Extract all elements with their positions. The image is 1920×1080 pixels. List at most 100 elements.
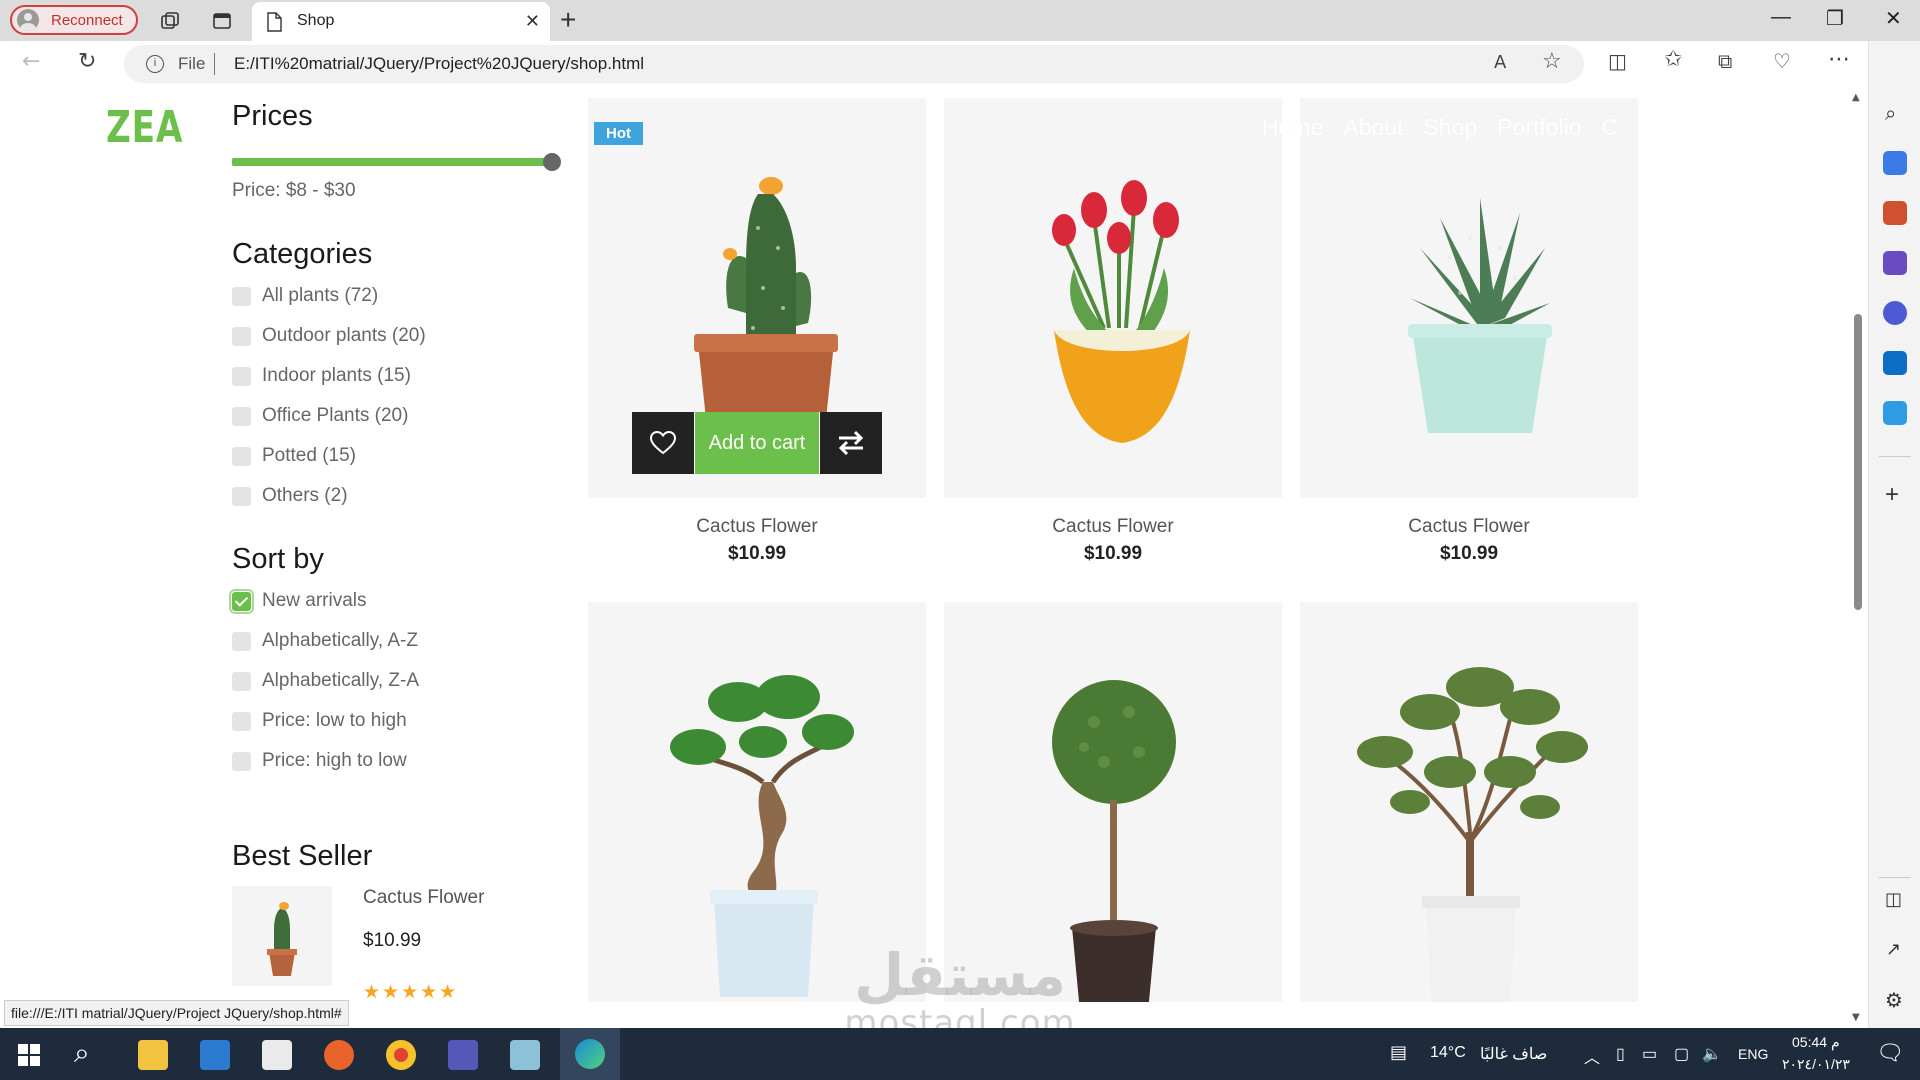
volume-icon[interactable]: 🔈 bbox=[1702, 1044, 1722, 1064]
best-seller-image[interactable] bbox=[232, 886, 332, 986]
clock-date[interactable]: ٢٠٢٤/٠١/٢٣ bbox=[1782, 1056, 1850, 1073]
url-text[interactable]: E:/ITI%20matrial/JQuery/Project%20JQuery… bbox=[234, 54, 644, 74]
category-checkbox[interactable] bbox=[232, 486, 251, 506]
nav-item[interactable]: Home bbox=[1262, 114, 1323, 141]
chrome-icon[interactable] bbox=[386, 1040, 416, 1070]
nav-item[interactable]: Portfolio bbox=[1497, 114, 1581, 141]
restore-icon[interactable]: ❐ bbox=[1826, 6, 1844, 31]
collections-icon[interactable]: ⧉ bbox=[1718, 49, 1732, 73]
vertical-tabs-icon[interactable] bbox=[208, 7, 236, 35]
new-tab-button[interactable]: + bbox=[560, 4, 576, 36]
sort-checkbox[interactable] bbox=[232, 751, 251, 771]
category-label[interactable]: Indoor plants (15) bbox=[262, 365, 411, 387]
games-icon[interactable] bbox=[1883, 251, 1907, 275]
price-slider-handle[interactable] bbox=[543, 153, 561, 171]
favorite-star-icon[interactable]: ☆ bbox=[1542, 49, 1562, 74]
category-option[interactable]: Others (2) bbox=[232, 481, 348, 511]
file-explorer-icon[interactable] bbox=[138, 1040, 168, 1070]
sort-option[interactable]: Price: low to high bbox=[232, 706, 407, 736]
drop-icon[interactable] bbox=[1883, 401, 1907, 425]
network-icon[interactable]: ▢ bbox=[1674, 1044, 1689, 1064]
outlook-icon[interactable] bbox=[1883, 351, 1907, 375]
scrollbar-thumb[interactable] bbox=[1854, 314, 1862, 610]
product-card[interactable] bbox=[1300, 98, 1638, 498]
mail-icon[interactable] bbox=[200, 1040, 230, 1070]
category-checkbox[interactable] bbox=[232, 326, 251, 346]
weather-icon[interactable]: ▤ bbox=[1390, 1042, 1407, 1063]
windows-start-icon[interactable] bbox=[18, 1044, 40, 1066]
category-option[interactable]: All plants (72) bbox=[232, 281, 378, 311]
category-label[interactable]: Potted (15) bbox=[262, 445, 356, 467]
scroll-up-icon[interactable]: ▲ bbox=[1852, 92, 1860, 103]
category-label[interactable]: Office Plants (20) bbox=[262, 405, 408, 427]
sidebar-settings-icon[interactable]: ⚙ bbox=[1885, 988, 1903, 1012]
nav-item[interactable]: Shop bbox=[1423, 114, 1477, 141]
compare-button[interactable] bbox=[820, 412, 882, 474]
hide-sidebar-icon[interactable]: ◫ bbox=[1885, 889, 1902, 910]
split-screen-icon[interactable]: ◫ bbox=[1608, 49, 1627, 73]
category-checkbox[interactable] bbox=[232, 366, 251, 386]
sort-label[interactable]: Alphabetically, A-Z bbox=[262, 630, 418, 652]
sort-checkbox[interactable] bbox=[232, 671, 251, 691]
category-label[interactable]: Outdoor plants (20) bbox=[262, 325, 426, 347]
read-aloud-icon[interactable]: A bbox=[1494, 52, 1506, 73]
tab-shop[interactable]: Shop ✕ bbox=[252, 2, 550, 41]
close-tab-icon[interactable]: ✕ bbox=[525, 11, 540, 32]
sort-option[interactable]: Alphabetically, Z-A bbox=[232, 666, 419, 696]
add-sidebar-app-icon[interactable]: + bbox=[1885, 481, 1899, 509]
favorites-icon[interactable]: ✩ bbox=[1664, 47, 1682, 72]
best-seller-name[interactable]: Cactus Flower bbox=[363, 887, 484, 909]
category-checkbox[interactable] bbox=[232, 446, 251, 466]
weather-text[interactable]: صاف غالبًا bbox=[1480, 1044, 1547, 1064]
category-option[interactable]: Indoor plants (15) bbox=[232, 361, 411, 391]
search-icon[interactable]: ⌕ bbox=[1885, 101, 1896, 125]
product-name[interactable]: Cactus Flower bbox=[944, 516, 1282, 538]
temperature[interactable]: 14°C bbox=[1430, 1044, 1466, 1062]
sort-option[interactable]: Alphabetically, A-Z bbox=[232, 626, 418, 656]
shopping-tag-icon[interactable] bbox=[1883, 151, 1907, 175]
battery-icon[interactable]: ▭ bbox=[1642, 1044, 1657, 1064]
product-name[interactable]: Cactus Flower bbox=[1300, 516, 1638, 538]
browser-essentials-icon[interactable]: ♡ bbox=[1773, 49, 1791, 73]
sort-label[interactable]: Price: low to high bbox=[262, 710, 407, 732]
category-checkbox[interactable] bbox=[232, 286, 251, 306]
category-label[interactable]: Others (2) bbox=[262, 485, 348, 507]
store-icon[interactable] bbox=[262, 1040, 292, 1070]
sort-checkbox[interactable] bbox=[232, 631, 251, 651]
reconnect-button[interactable]: Reconnect bbox=[10, 5, 138, 35]
external-link-icon[interactable]: ↗ bbox=[1886, 939, 1901, 960]
site-logo[interactable]: ZEA bbox=[106, 102, 183, 153]
product-card[interactable] bbox=[1300, 602, 1638, 1002]
firefox-icon[interactable] bbox=[324, 1040, 354, 1070]
teams-icon[interactable] bbox=[448, 1040, 478, 1070]
m365-icon[interactable] bbox=[1883, 301, 1907, 325]
language-indicator[interactable]: ENG bbox=[1738, 1046, 1768, 1062]
minimize-icon[interactable]: — bbox=[1771, 6, 1791, 29]
sort-option[interactable]: Price: high to low bbox=[232, 746, 407, 776]
category-option[interactable]: Outdoor plants (20) bbox=[232, 321, 426, 351]
price-slider-track[interactable] bbox=[232, 158, 552, 166]
tray-chevron-icon[interactable]: ︿ bbox=[1584, 1044, 1600, 1068]
clock-time[interactable]: 05:44 م bbox=[1792, 1034, 1840, 1051]
back-icon[interactable]: ← bbox=[22, 49, 40, 74]
category-label[interactable]: All plants (72) bbox=[262, 285, 378, 307]
notepad-icon[interactable] bbox=[510, 1040, 540, 1070]
tools-icon[interactable] bbox=[1883, 201, 1907, 225]
settings-more-icon[interactable]: ⋯ bbox=[1828, 47, 1850, 72]
add-to-cart-button[interactable]: Add to cart bbox=[694, 412, 820, 474]
device-icon[interactable]: ▯ bbox=[1616, 1044, 1625, 1064]
category-checkbox[interactable] bbox=[232, 406, 251, 426]
url-field[interactable]: i File E:/ITI%20matrial/JQuery/Project%2… bbox=[124, 45, 1584, 83]
sort-label[interactable]: Alphabetically, Z-A bbox=[262, 670, 419, 692]
sort-checkbox[interactable] bbox=[229, 588, 254, 614]
sort-checkbox[interactable] bbox=[232, 711, 251, 731]
product-name[interactable]: Cactus Flower bbox=[588, 516, 926, 538]
page-scrollbar[interactable]: ▲ ▼ bbox=[1848, 92, 1868, 1028]
info-icon[interactable]: i bbox=[146, 55, 164, 73]
wishlist-button[interactable] bbox=[632, 412, 694, 474]
refresh-icon[interactable]: ↻ bbox=[78, 49, 96, 74]
scroll-down-icon[interactable]: ▼ bbox=[1852, 1012, 1860, 1023]
window-close-icon[interactable]: ✕ bbox=[1885, 6, 1902, 31]
notifications-icon[interactable]: 🗨 bbox=[1876, 1040, 1904, 1066]
product-card[interactable] bbox=[944, 98, 1282, 498]
